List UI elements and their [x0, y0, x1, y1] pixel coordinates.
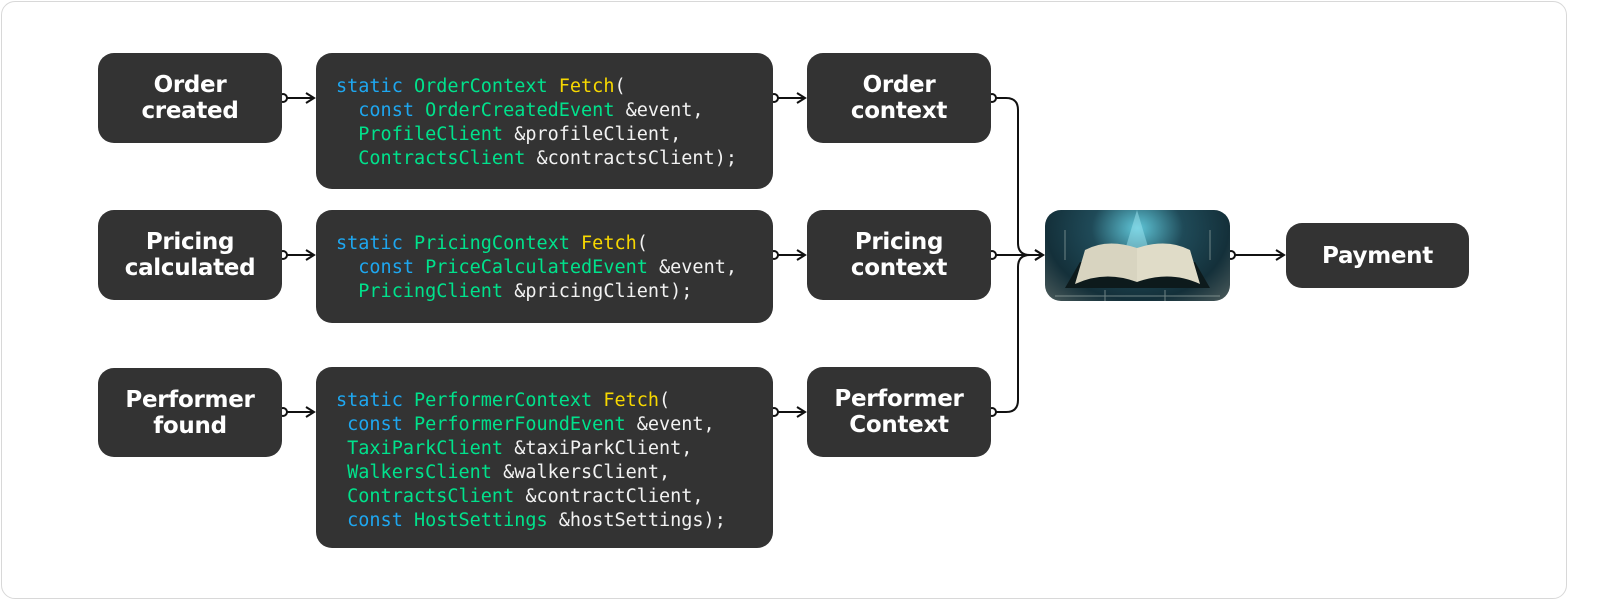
- code-line: PricingClient &pricingClient);: [336, 280, 773, 304]
- code-token: TaxiParkClient: [336, 438, 515, 459]
- code-token: PerformerFoundEvent: [413, 414, 637, 435]
- code-token: &event,: [659, 257, 737, 278]
- code-token: PerformerContext: [413, 390, 604, 411]
- code-token: &taxiParkClient,: [514, 438, 693, 459]
- code-token: OrderCreatedEvent: [425, 100, 626, 121]
- code-token: static: [336, 390, 414, 411]
- code-line: ProfileClient &profileClient,: [336, 123, 773, 147]
- code-block-performer: static PerformerContext Fetch( const Per…: [316, 367, 773, 548]
- open-book-image: [1045, 210, 1230, 301]
- code-token: const: [336, 510, 414, 531]
- code-token: Fetch: [581, 233, 637, 254]
- code-token: ContractsClient: [336, 486, 526, 507]
- edge-performer-context-book: [995, 254, 1031, 413]
- code-token: HostSettings: [413, 510, 559, 531]
- code-line: static PricingContext Fetch(: [336, 232, 773, 256]
- code-token: static: [336, 76, 414, 97]
- book-icon: [1055, 210, 1220, 301]
- code-token: &hostSettings);: [558, 510, 726, 531]
- code-line: const OrderCreatedEvent &event,: [336, 99, 773, 123]
- code-token: PricingClient: [336, 281, 515, 302]
- code-line: WalkersClient &walkersClient,: [336, 461, 773, 485]
- code-token: static: [336, 233, 414, 254]
- code-token: &event,: [636, 414, 715, 435]
- code-token: ContractsClient: [336, 148, 537, 169]
- code-token: &profileClient,: [514, 124, 682, 145]
- code-line: static OrderContext Fetch(: [336, 75, 773, 99]
- code-token: Fetch: [558, 76, 615, 97]
- code-line: const PriceCalculatedEvent &event,: [336, 256, 773, 280]
- code-token: ProfileClient: [336, 124, 515, 145]
- code-token: PriceCalculatedEvent: [425, 257, 660, 278]
- code-token: (: [636, 233, 648, 254]
- context-performer: Performer Context: [807, 367, 991, 457]
- code-token: const: [336, 100, 426, 121]
- code-block-pricing: static PricingContext Fetch( const Price…: [316, 210, 773, 323]
- code-line: TaxiParkClient &taxiParkClient,: [336, 437, 773, 461]
- code-line: const HostSettings &hostSettings);: [336, 509, 773, 533]
- code-line: static PerformerContext Fetch(: [336, 389, 773, 413]
- code-token: (: [614, 76, 626, 97]
- code-line: const PerformerFoundEvent &event,: [336, 413, 773, 437]
- code-block-order: static OrderContext Fetch( const OrderCr…: [316, 53, 773, 189]
- code-line: ContractsClient &contractsClient);: [336, 147, 773, 171]
- payment-node: Payment: [1286, 223, 1469, 288]
- code-token: Fetch: [603, 390, 660, 411]
- event-performer-found: Performer found: [98, 368, 282, 457]
- code-token: OrderContext: [413, 76, 559, 97]
- context-order: Order context: [807, 53, 991, 143]
- code-token: &walkersClient,: [503, 462, 671, 483]
- code-token: const: [336, 257, 426, 278]
- code-token: &event,: [625, 100, 704, 121]
- code-line: ContractsClient &contractClient,: [336, 485, 773, 509]
- code-token: const: [336, 414, 414, 435]
- code-token: &contractClient,: [525, 486, 704, 507]
- edge-order-context-book: [995, 97, 1045, 261]
- code-token: &pricingClient);: [514, 281, 693, 302]
- event-pricing-calculated: Pricing calculated: [98, 210, 282, 300]
- context-pricing: Pricing context: [807, 210, 991, 300]
- code-token: PricingContext: [413, 233, 582, 254]
- code-token: &contractsClient);: [536, 148, 737, 169]
- code-token: WalkersClient: [336, 462, 504, 483]
- code-token: (: [659, 390, 671, 411]
- event-order-created: Order created: [98, 53, 282, 143]
